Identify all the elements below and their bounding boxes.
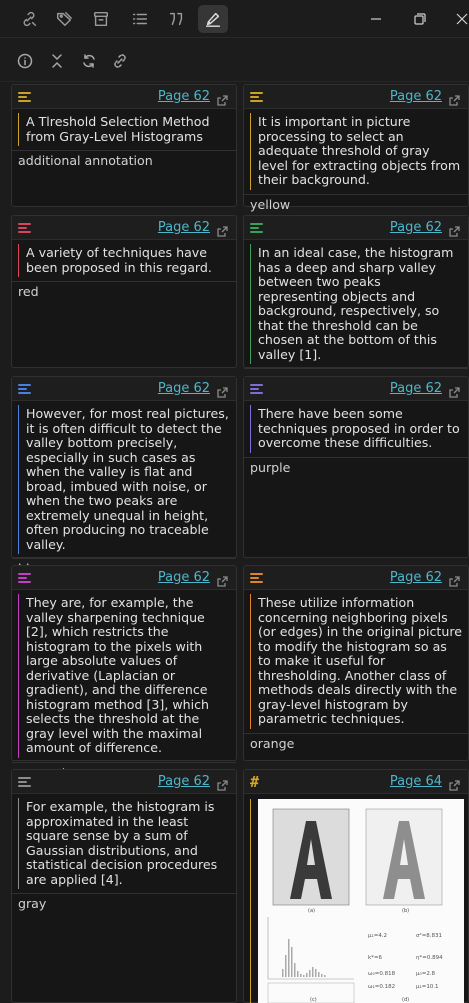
annotation-card[interactable]: Page 62 In an ideal case, the histogram h… xyxy=(243,215,469,386)
card-header: Page 62 xyxy=(12,377,236,401)
card-header: Page 62 xyxy=(244,216,468,240)
collapse-icon[interactable] xyxy=(46,50,68,72)
highlighter-icon[interactable] xyxy=(198,5,228,33)
annotation-comment[interactable]: additional annotation xyxy=(12,150,236,174)
open-external-icon[interactable] xyxy=(217,91,228,106)
annotation-card[interactable]: Page 62 They are, for example, the valley… xyxy=(11,565,237,779)
annotation-card[interactable]: Page 62 It is important in picture proces… xyxy=(243,84,469,211)
annotation-card[interactable]: Page 62 A Tlreshold Selection Method from… xyxy=(11,84,237,207)
annotation-menu-icon[interactable] xyxy=(18,572,32,584)
figure-scan-image: (a) (b) (c) (d) μ₁=4.2 σ²=8.831 k*=6 η*=0.894 ω₀… xyxy=(258,799,464,1003)
figure-stat: η*=0.894 xyxy=(416,955,443,961)
card-header: Page 62 xyxy=(244,566,468,590)
annotation-menu-icon[interactable] xyxy=(18,222,32,234)
annotation-comment[interactable]: purple xyxy=(244,456,468,481)
annotation-menu-icon[interactable] xyxy=(250,383,264,395)
open-external-icon[interactable] xyxy=(449,222,460,237)
open-external-icon[interactable] xyxy=(217,776,228,791)
card-header: Page 62 xyxy=(244,377,468,401)
annotation-toolbar xyxy=(0,38,469,82)
annotation-image-container: (a) (b) (c) (d) μ₁=4.2 σ²=8.831 k*=6 η*=0.894 ω₀… xyxy=(250,799,468,1003)
figure-stat: σ²=8.831 xyxy=(416,933,443,939)
archive-icon[interactable] xyxy=(86,5,116,33)
figure-label: (d) xyxy=(402,997,410,1003)
highlighted-text: However, for most real pictures, it is o… xyxy=(18,405,230,554)
card-header: Page 62 xyxy=(12,85,236,109)
annotation-card[interactable]: Page 62 However, for most real pictures, … xyxy=(11,376,237,576)
card-header: Page 62 xyxy=(12,770,236,794)
image-annotation-card[interactable]: # Page 64 (a) (b) (c) (d) μ₁=4.2 σ²=8.831 k*=6 η*… xyxy=(243,769,469,1003)
annotation-menu-icon[interactable] xyxy=(18,91,32,103)
image-annotation-icon[interactable]: # xyxy=(250,773,259,791)
annotation-comment[interactable]: red xyxy=(12,281,236,305)
annotation-card[interactable]: Page 62 These utilize information concern… xyxy=(243,565,469,761)
figure-panel-a xyxy=(272,808,350,906)
page-link[interactable]: Page 64 xyxy=(390,774,442,789)
annotation-menu-icon[interactable] xyxy=(250,222,264,234)
open-external-icon[interactable] xyxy=(217,222,228,237)
highlighted-text: There have been some techniques proposed… xyxy=(250,405,462,453)
figure-label: (c) xyxy=(310,997,317,1003)
minimize-icon[interactable] xyxy=(359,5,393,33)
figure-panel-b xyxy=(365,808,443,906)
card-header: Page 62 xyxy=(12,566,236,590)
unlink-icon[interactable] xyxy=(109,50,131,72)
open-external-icon[interactable] xyxy=(449,383,460,398)
quote-icon[interactable] xyxy=(161,5,191,33)
list-icon[interactable] xyxy=(125,5,155,33)
figure-stat: μ₁=4.2 xyxy=(368,933,388,939)
figure-stat: ω₀=0.818 xyxy=(368,971,396,977)
page-link[interactable]: Page 62 xyxy=(158,774,210,789)
open-external-icon[interactable] xyxy=(449,572,460,587)
page-link[interactable]: Page 62 xyxy=(390,381,442,396)
annotation-menu-icon[interactable] xyxy=(250,572,264,584)
close-icon[interactable] xyxy=(445,5,469,33)
open-external-icon[interactable] xyxy=(217,572,228,587)
annotation-card[interactable]: Page 62 For example, the histogram is app… xyxy=(11,769,237,1003)
annotation-menu-icon[interactable] xyxy=(18,383,32,395)
refresh-icon[interactable] xyxy=(78,50,100,72)
restore-icon[interactable] xyxy=(403,5,437,33)
highlighted-text: In an ideal case, the histogram has a de… xyxy=(250,244,462,364)
open-external-icon[interactable] xyxy=(449,776,460,791)
info-icon[interactable] xyxy=(14,50,36,72)
highlighted-text: These utilize information concerning nei… xyxy=(250,594,462,729)
highlighted-text: A variety of techniques have been propos… xyxy=(18,244,230,277)
page-link[interactable]: Page 62 xyxy=(158,381,210,396)
top-toolbar xyxy=(0,0,469,38)
highlighted-text: For example, the histogram is approximat… xyxy=(18,798,230,889)
tag-icon[interactable] xyxy=(49,5,79,33)
highlighted-text: A Tlreshold Selection Method from Gray-L… xyxy=(18,113,230,146)
page-link[interactable]: Page 62 xyxy=(390,570,442,585)
page-link[interactable]: Page 62 xyxy=(390,89,442,104)
link-icon[interactable] xyxy=(14,5,44,33)
page-link[interactable]: Page 62 xyxy=(158,89,210,104)
annotation-card[interactable]: Page 62 A variety of techniques have been… xyxy=(11,215,237,368)
annotation-card[interactable]: Page 62 There have been some techniques p… xyxy=(243,376,469,558)
card-header: # Page 64 xyxy=(244,770,468,794)
figure-label: (a) xyxy=(308,908,315,914)
figure-stat: μ₀=2.8 xyxy=(416,971,436,977)
page-link[interactable]: Page 62 xyxy=(390,220,442,235)
figure-stat: k*=6 xyxy=(368,955,383,961)
annotation-menu-icon[interactable] xyxy=(18,776,32,788)
card-header: Page 62 xyxy=(12,216,236,240)
open-external-icon[interactable] xyxy=(217,383,228,398)
highlighted-text: It is important in picture processing to… xyxy=(250,113,462,190)
card-header: Page 62 xyxy=(244,85,468,109)
figure-stat: μ₁=10.1 xyxy=(416,984,439,990)
annotation-menu-icon[interactable] xyxy=(250,91,264,103)
annotation-comment[interactable]: yellow xyxy=(244,193,468,218)
annotation-comment[interactable]: orange xyxy=(244,732,468,757)
highlighted-text: They are, for example, the valley sharpe… xyxy=(18,594,230,758)
annotation-comment[interactable]: gray xyxy=(12,893,236,917)
figure-label: (b) xyxy=(402,908,410,914)
page-link[interactable]: Page 62 xyxy=(158,220,210,235)
page-link[interactable]: Page 62 xyxy=(158,570,210,585)
figure-stat: ω₁=0.182 xyxy=(368,984,396,990)
open-external-icon[interactable] xyxy=(449,91,460,106)
